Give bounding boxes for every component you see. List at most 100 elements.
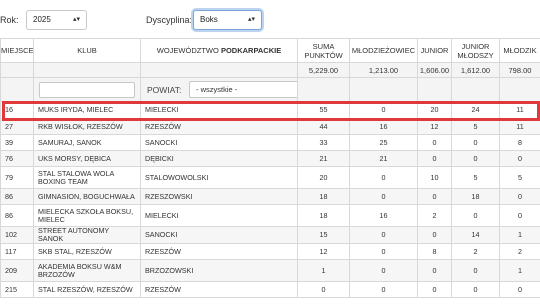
cell-junior: 0 (417, 281, 452, 298)
cell-points: 21 (297, 150, 350, 167)
cell-points: 1 (297, 259, 350, 282)
table-row[interactable]: 79 STAL STALOWA WOLA BOXING TEAM STALOWOWO… (0, 166, 540, 189)
cell-mlodziezowiec: 25 (349, 134, 418, 151)
cell-club: STREET AUTONOMY SANOK (33, 226, 141, 244)
cell-club: GIMNASION, BOGUCHWAŁA (33, 188, 141, 205)
cell-mlodziezowiec: 0 (349, 188, 418, 205)
cell-junior-mlodszy: 18 (451, 188, 500, 205)
totals-empty (33, 62, 141, 78)
powiat-value: - wszystkie - (196, 85, 238, 94)
table-row[interactable]: 117 SKB STAL, RZESZÓW RZESZÓW 12 0 8 2 2 (0, 243, 540, 260)
cell-junior-mlodszy: 0 (451, 281, 500, 298)
header-place[interactable]: Miejsce (0, 38, 34, 63)
table-row[interactable]: 215 STAL RZESZÓW, RZESZÓW RZESZÓW 0 0 0 0 0 (0, 281, 540, 298)
club-filter-input[interactable] (39, 82, 135, 98)
cell-junior: 0 (417, 259, 452, 282)
discipline-value: Boks (200, 15, 218, 24)
cell-powiat: RZESZÓW (140, 281, 298, 298)
cell-junior: 10 (417, 166, 452, 189)
filter-cell (499, 77, 540, 102)
header-points[interactable]: Suma punktów (297, 38, 350, 63)
cell-mlodziezowiec: 0 (349, 226, 418, 244)
cell-powiat: RZESZÓW (140, 243, 298, 260)
table-row[interactable]: 86 GIMNASION, BOGUCHWAŁA RZESZOWSKI 18 0 0 18 0 (0, 188, 540, 205)
cell-mlodzik: 0 (499, 204, 540, 227)
chevron-down-icon: ▴▾ (247, 16, 255, 23)
table-row[interactable]: 27 RKB WISŁOK, RZESZÓW RZESZÓW 44 16 12 5 11 (0, 118, 540, 135)
cell-junior-mlodszy: 2 (451, 243, 500, 260)
cell-club: STAL RZESZÓW, RZESZÓW (33, 281, 141, 298)
cell-club: RKB WISŁOK, RZESZÓW (33, 118, 141, 135)
cell-powiat: MIELECKI (140, 101, 298, 119)
header-junior[interactable]: Junior (417, 38, 452, 63)
cell-club: STAL STALOWA WOLA BOXING TEAM (33, 166, 141, 189)
cell-mlodzik: 0 (499, 188, 540, 205)
discipline-label: Dyscyplina: (146, 15, 193, 25)
filter-cell (417, 77, 452, 102)
powiat-select[interactable]: - wszystkie - ▴▾ (189, 81, 297, 98)
chevron-down-icon: ▴▾ (72, 16, 80, 23)
cell-junior: 20 (417, 101, 452, 119)
cell-place: 79 (0, 166, 34, 189)
filter-cell (33, 77, 141, 102)
cell-powiat: STALOWOWOLSKI (140, 166, 298, 189)
total-mlodziezowiec: 1,213.00 (349, 62, 418, 78)
cell-mlodziezowiec: 21 (349, 150, 418, 167)
total-junior-mlodszy: 1,612.00 (451, 62, 500, 78)
cell-junior-mlodszy: 0 (451, 150, 500, 167)
year-value: 2025 (33, 15, 51, 24)
cell-junior-mlodszy: 0 (451, 134, 500, 151)
table-body: 16 MUKS IRYDA, MIELEC MIELECKI 55 0 20 24 11 27 R… (0, 101, 540, 298)
cell-place: 86 (0, 204, 34, 227)
cell-club: MUKS IRYDA, MIELEC (33, 101, 141, 119)
cell-place: 27 (0, 118, 34, 135)
cell-points: 55 (297, 101, 350, 119)
cell-place: 209 (0, 259, 34, 282)
filter-cell (297, 77, 350, 102)
cell-club: SKB STAL, RZESZÓW (33, 243, 141, 260)
cell-powiat: BRZOZOWSKI (140, 259, 298, 282)
total-mlodzik: 798.00 (499, 62, 540, 78)
filter-cell (0, 77, 34, 102)
cell-powiat: DĘBICKI (140, 150, 298, 167)
cell-junior-mlodszy: 5 (451, 166, 500, 189)
year-label: Rok: (0, 15, 19, 25)
total-junior: 1,606.00 (417, 62, 452, 78)
powiat-filter-cell: POWIAT: - wszystkie - ▴▾ ✕ (140, 77, 298, 102)
cell-powiat: RZESZÓW (140, 118, 298, 135)
cell-mlodzik: 11 (499, 101, 540, 119)
header-mlodziezowiec[interactable]: Młodzieżowiec (349, 38, 418, 63)
cell-junior: 0 (417, 134, 452, 151)
header-club[interactable]: Klub (33, 38, 141, 63)
cell-junior: 8 (417, 243, 452, 260)
cell-junior-mlodszy: 14 (451, 226, 500, 244)
table-row[interactable]: 102 STREET AUTONOMY SANOK SANOCKI 15 0 0 14 1 (0, 226, 540, 244)
cell-points: 18 (297, 204, 350, 227)
cell-mlodziezowiec: 0 (349, 101, 418, 119)
year-select[interactable]: 2025 ▴▾ (26, 10, 87, 30)
cell-mlodzik: 11 (499, 118, 540, 135)
filter-cell (451, 77, 500, 102)
totals-empty (0, 62, 34, 78)
table-row[interactable]: 76 UKS MORSY, DĘBICA DĘBICKI 21 21 0 0 0 (0, 150, 540, 167)
cell-club: MIELECKA SZKOŁA BOKSU, MIELEC (33, 204, 141, 227)
cell-points: 20 (297, 166, 350, 189)
table-row[interactable]: 39 SAMURAJ, SANOK SANOCKI 33 25 0 0 8 (0, 134, 540, 151)
cell-powiat: MIELECKI (140, 204, 298, 227)
cell-place: 76 (0, 150, 34, 167)
cell-points: 18 (297, 188, 350, 205)
cell-points: 33 (297, 134, 350, 151)
cell-place: 86 (0, 188, 34, 205)
filter-cell (349, 77, 418, 102)
header-mlodzik[interactable]: Młodzik (499, 38, 540, 63)
table-row[interactable]: 16 MUKS IRYDA, MIELEC MIELECKI 55 0 20 24 11 (0, 101, 540, 119)
cell-mlodziezowiec: 16 (349, 118, 418, 135)
cell-place: 215 (0, 281, 34, 298)
cell-mlodzik: 1 (499, 226, 540, 244)
cell-powiat: SANOCKI (140, 226, 298, 244)
table-row[interactable]: 209 AKADEMIA BOKSU W&M BRZOZÓW BRZOZOWSKI 1… (0, 259, 540, 282)
cell-points: 12 (297, 243, 350, 260)
table-row[interactable]: 86 MIELECKA SZKOŁA BOKSU, MIELEC MIELECKI 1… (0, 204, 540, 227)
header-junior-mlodszy[interactable]: Junior młodszy (451, 38, 500, 63)
discipline-select[interactable]: Boks ▴▾ (193, 10, 262, 30)
